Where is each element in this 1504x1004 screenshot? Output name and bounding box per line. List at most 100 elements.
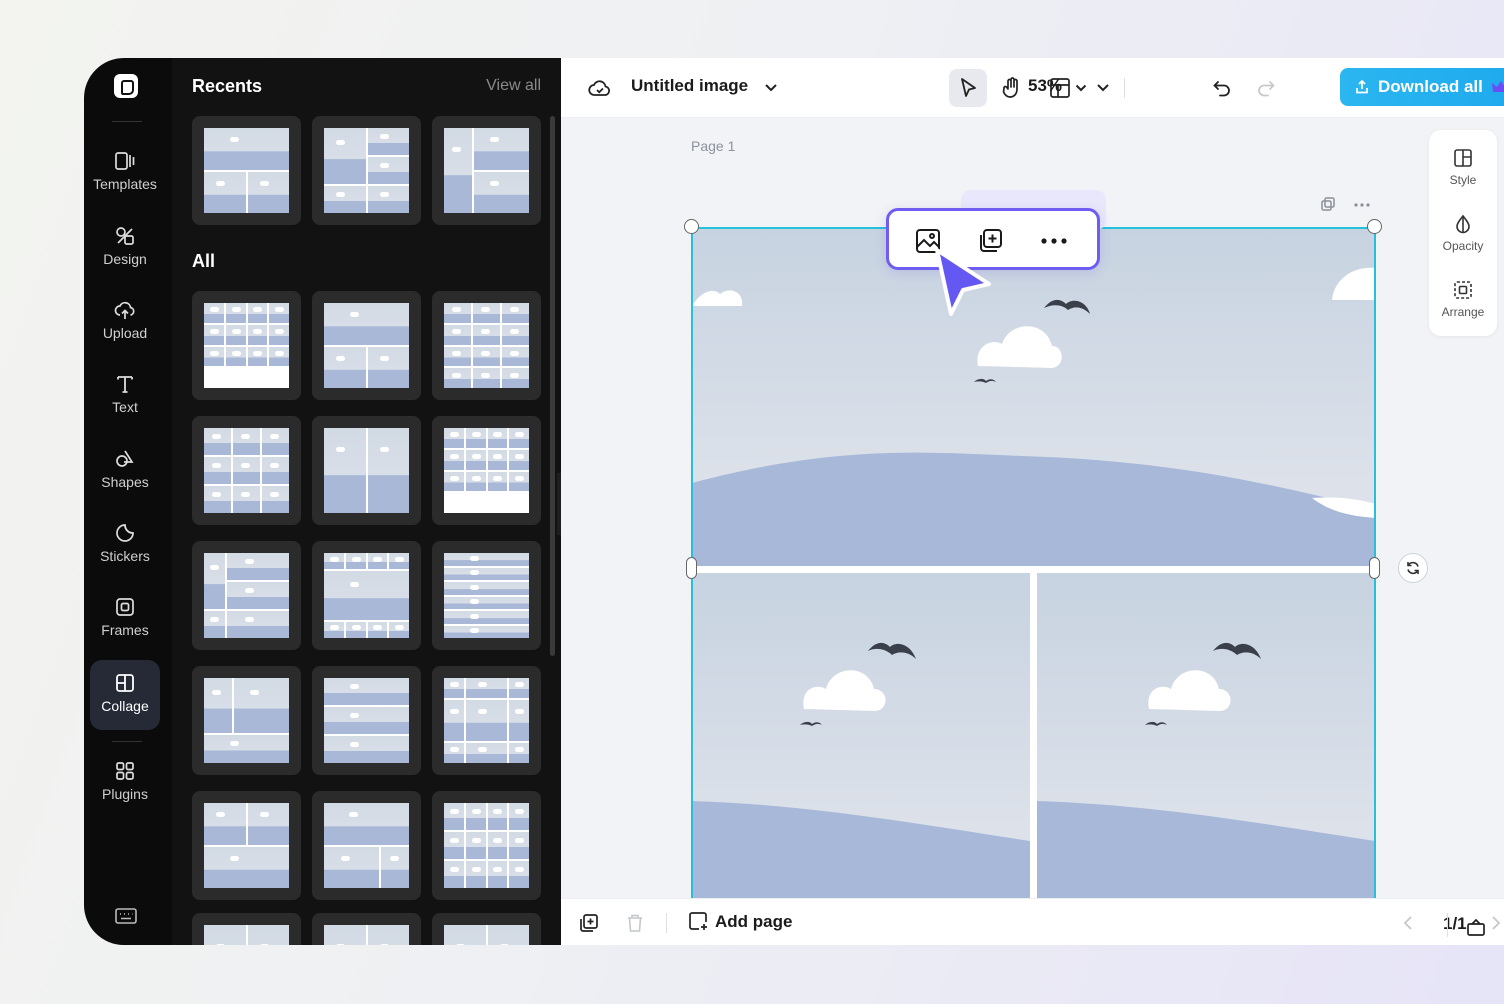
text-icon [117, 376, 133, 393]
select-tool-button[interactable] [949, 69, 987, 107]
rail-divider [112, 121, 142, 122]
mouse-cursor-icon [935, 248, 991, 316]
template-card[interactable] [312, 791, 421, 900]
rail-item-shapes[interactable]: Shapes [90, 436, 160, 506]
collage-cell-bottom-left[interactable] [692, 573, 1030, 910]
resize-handle-top-left[interactable] [684, 219, 699, 234]
template-card[interactable] [432, 416, 541, 525]
zoom-level[interactable]: 53% [1028, 76, 1062, 96]
rotate-icon [1407, 561, 1419, 575]
rail-item-label: Upload [102, 325, 148, 341]
toolbar-divider [1124, 78, 1125, 98]
arrange-icon [1454, 281, 1472, 299]
template-card[interactable] [312, 541, 421, 650]
resize-handle-right[interactable] [1369, 557, 1380, 579]
template-card[interactable] [312, 416, 421, 525]
redo-button[interactable] [1247, 69, 1285, 107]
template-card[interactable] [192, 291, 301, 400]
all-heading: All [192, 251, 216, 271]
template-card[interactable] [312, 913, 421, 945]
template-card[interactable] [192, 913, 301, 945]
collage-cell-top[interactable] [692, 228, 1375, 566]
share-upload-icon [1356, 79, 1368, 94]
resize-handle-left[interactable] [686, 557, 697, 579]
style-label: Style [1449, 173, 1477, 187]
templates-icon [115, 152, 135, 170]
app-logo-icon[interactable] [114, 74, 138, 98]
rail-item-upload[interactable]: Upload [90, 287, 160, 357]
cloud-icon [588, 80, 611, 96]
opacity-button[interactable]: Opacity [1429, 214, 1497, 253]
recents-heading: Recents [192, 76, 263, 96]
duplicate-page-icon[interactable] [579, 913, 599, 933]
keyboard-shortcuts-icon[interactable] [114, 906, 138, 926]
collage-frame[interactable] [692, 228, 1375, 910]
placeholder-landscape-image [692, 267, 1375, 566]
rotate-handle[interactable] [1398, 553, 1428, 583]
rail-item-design[interactable]: Design [90, 213, 160, 283]
download-all-button[interactable]: Download all [1340, 68, 1504, 106]
undo-button[interactable] [1203, 69, 1241, 107]
document-title[interactable]: Untitled image [631, 76, 748, 96]
resize-handle-top-right[interactable] [1367, 219, 1382, 234]
page-label: Page 1 [691, 138, 736, 154]
duplicate-page-icon[interactable] [1320, 196, 1336, 212]
panel-scrollbar[interactable] [550, 116, 555, 656]
previous-page-icon[interactable] [1403, 915, 1413, 931]
hand-icon [1002, 77, 1018, 98]
collage-cell-bottom-right[interactable] [1037, 573, 1375, 910]
template-card[interactable] [192, 791, 301, 900]
more-actions-button[interactable] [1039, 226, 1069, 256]
recent-template-card[interactable] [432, 116, 541, 225]
template-card[interactable] [312, 291, 421, 400]
template-card[interactable] [432, 913, 541, 945]
next-page-icon[interactable] [1491, 915, 1501, 931]
title-dropdown-button[interactable] [752, 69, 790, 107]
download-all-label: Download all [1378, 77, 1483, 96]
crown-icon [1491, 81, 1504, 92]
template-card[interactable] [432, 791, 541, 900]
canvas-area[interactable]: Page 1 [561, 118, 1504, 917]
rail-item-stickers[interactable]: Stickers [90, 510, 160, 580]
template-card[interactable] [192, 541, 301, 650]
recent-template-card[interactable] [192, 116, 301, 225]
rail-item-collage[interactable]: Collage [90, 660, 160, 730]
upload-icon [114, 301, 135, 319]
rail-divider [112, 741, 142, 742]
cloud-save-button[interactable] [581, 69, 619, 107]
collage-icon [116, 674, 134, 692]
rail-item-label: Text [112, 399, 138, 415]
arrange-label: Arrange [1441, 305, 1485, 319]
collage-template-panel: Recents View all › All [172, 58, 561, 945]
shapes-icon [116, 450, 134, 467]
opacity-label: Opacity [1442, 239, 1484, 253]
template-card[interactable] [432, 666, 541, 775]
template-card[interactable] [312, 666, 421, 775]
template-card[interactable] [192, 416, 301, 525]
more-options-icon[interactable] [1354, 203, 1370, 207]
rail-item-templates[interactable]: Templates [90, 138, 160, 208]
pages-panel-toggle-icon[interactable] [1466, 917, 1486, 937]
plugins-icon [116, 762, 134, 780]
rail-item-plugins[interactable]: Plugins [90, 748, 160, 818]
template-card[interactable] [432, 291, 541, 400]
redo-icon [1258, 81, 1275, 97]
recent-template-card[interactable] [312, 116, 421, 225]
template-card[interactable] [192, 666, 301, 775]
more-options-icon [1041, 238, 1067, 244]
frames-icon [116, 598, 134, 616]
template-card[interactable] [432, 541, 541, 650]
app-window: Templates Design Upload Text Shapes Stic… [84, 58, 1504, 945]
style-button[interactable]: Style [1429, 148, 1497, 187]
zoom-dropdown-button[interactable] [1088, 69, 1118, 107]
rail-item-label: Collage [101, 698, 149, 714]
arrange-button[interactable]: Arrange [1429, 280, 1497, 319]
view-all-link[interactable]: View all [486, 77, 541, 95]
hand-tool-button[interactable] [993, 69, 1031, 107]
rail-item-text[interactable]: Text [90, 361, 160, 431]
rail-item-label: Plugins [102, 786, 148, 802]
add-page-button[interactable]: Add page [688, 911, 792, 932]
rail-item-label: Templates [93, 176, 157, 192]
rail-item-frames[interactable]: Frames [90, 584, 160, 654]
trash-icon[interactable] [626, 913, 644, 933]
